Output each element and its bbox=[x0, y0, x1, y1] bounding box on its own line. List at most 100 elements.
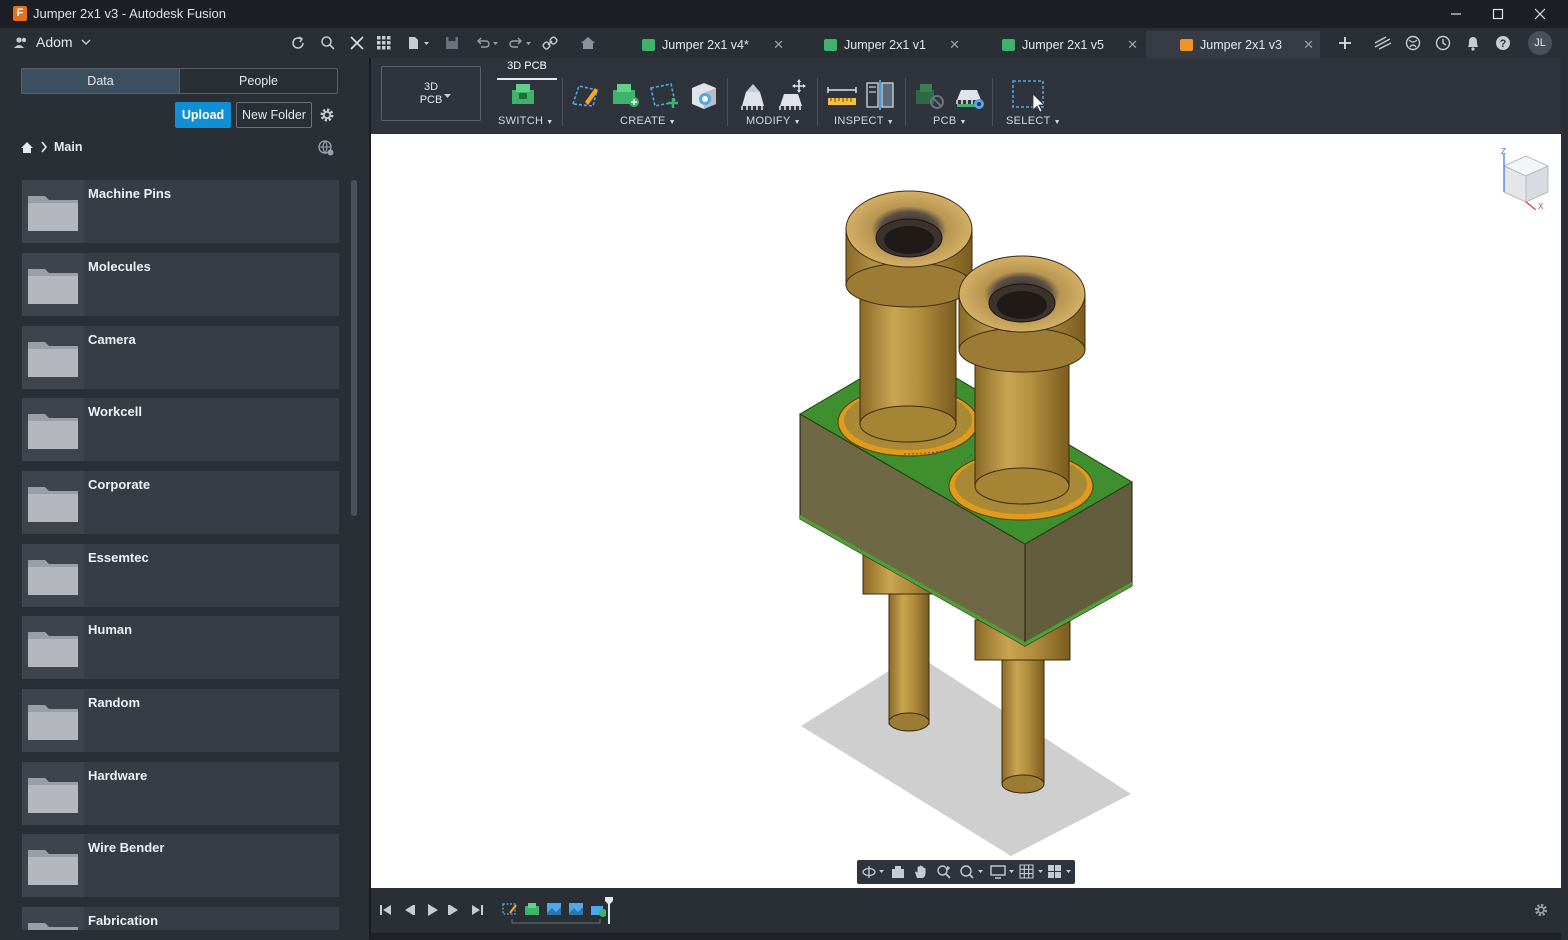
play-icon[interactable] bbox=[425, 903, 439, 917]
sketch-outline-icon[interactable] bbox=[569, 78, 603, 112]
tab-3d-pcb[interactable]: 3D PCB bbox=[497, 58, 557, 80]
folder-name: Human bbox=[88, 622, 133, 637]
fit-icon[interactable] bbox=[959, 864, 985, 880]
close-tab-icon[interactable]: ✕ bbox=[1127, 37, 1138, 53]
close-window-button[interactable] bbox=[1518, 0, 1562, 28]
timeline-image-feature-icon[interactable] bbox=[568, 901, 584, 917]
display-settings-icon[interactable] bbox=[990, 864, 1016, 880]
breadcrumb-current[interactable]: Main bbox=[54, 140, 82, 154]
minimize-button[interactable] bbox=[1434, 0, 1478, 28]
undo-button[interactable] bbox=[474, 33, 502, 53]
search-button[interactable] bbox=[318, 33, 338, 53]
team-selector[interactable]: Adom bbox=[14, 34, 91, 50]
tab-people[interactable]: People bbox=[180, 69, 337, 93]
home-tab-button[interactable] bbox=[578, 33, 598, 53]
timeline-image-feature-icon[interactable] bbox=[546, 901, 562, 917]
zoom-icon[interactable] bbox=[936, 864, 952, 880]
create-component-icon[interactable] bbox=[608, 78, 642, 112]
folder-name: Random bbox=[88, 695, 140, 710]
create-3d-body-icon[interactable] bbox=[686, 78, 720, 112]
pcb-link-icon[interactable] bbox=[912, 78, 946, 112]
switch-to-board-icon[interactable] bbox=[507, 78, 541, 112]
refresh-button[interactable] bbox=[288, 33, 308, 53]
group-switch-label[interactable]: SWITCH ▼ bbox=[498, 115, 553, 127]
folder-icon bbox=[28, 632, 78, 667]
file-menu-button[interactable] bbox=[406, 33, 432, 53]
folder-thumbnail bbox=[22, 544, 84, 607]
user-avatar[interactable]: JL bbox=[1528, 31, 1552, 55]
place-component-icon[interactable] bbox=[736, 78, 770, 112]
close-tab-icon[interactable]: ✕ bbox=[773, 37, 784, 53]
pan-hand-icon[interactable] bbox=[913, 864, 929, 880]
workspace-switcher[interactable]: 3D PCB bbox=[381, 66, 481, 121]
tab-label: Jumper 2x1 v3 bbox=[1200, 37, 1282, 52]
timeline-board-feature-icon[interactable] bbox=[524, 901, 540, 917]
folder-item[interactable]: Camera bbox=[22, 326, 339, 389]
project-web-link-button[interactable] bbox=[318, 140, 334, 156]
doc-tab-1[interactable]: Jumper 2x1 v4* ✕ bbox=[642, 31, 784, 58]
folder-item[interactable]: Workcell bbox=[22, 398, 339, 461]
folder-item[interactable]: Machine Pins bbox=[22, 180, 339, 243]
link-button[interactable] bbox=[540, 33, 560, 53]
notifications-button[interactable] bbox=[1463, 33, 1483, 53]
move-component-icon[interactable] bbox=[774, 78, 808, 112]
apps-grid-button[interactable] bbox=[374, 33, 394, 53]
folder-list-scrollbar[interactable] bbox=[351, 180, 357, 516]
create-outline-icon[interactable] bbox=[647, 78, 681, 112]
folder-item[interactable]: Essemtec bbox=[22, 544, 339, 607]
upload-button[interactable]: Upload bbox=[175, 102, 231, 128]
folder-item[interactable]: Random bbox=[22, 689, 339, 752]
timeline-settings-icon[interactable] bbox=[1533, 902, 1549, 918]
group-modify-label[interactable]: MODIFY ▼ bbox=[746, 115, 801, 127]
tab-data[interactable]: Data bbox=[22, 69, 180, 93]
pcb-settings-icon[interactable] bbox=[953, 78, 987, 112]
doc-tab-3[interactable]: Jumper 2x1 v5 ✕ bbox=[1002, 31, 1138, 58]
step-forward-icon[interactable] bbox=[447, 903, 461, 917]
close-tab-icon[interactable]: ✕ bbox=[949, 37, 960, 53]
tab-label: Jumper 2x1 v1 bbox=[844, 37, 926, 52]
look-at-icon[interactable] bbox=[890, 864, 906, 880]
3d-viewport[interactable]: Z X bbox=[371, 134, 1561, 888]
orbit-icon[interactable] bbox=[861, 864, 885, 880]
step-back-icon[interactable] bbox=[402, 903, 416, 917]
doc-tab-2[interactable]: Jumper 2x1 v1 ✕ bbox=[824, 31, 960, 58]
folder-item[interactable]: Fabrication bbox=[22, 907, 339, 930]
folder-item[interactable]: Corporate bbox=[22, 471, 339, 534]
project-settings-button[interactable] bbox=[318, 106, 336, 124]
measure-icon[interactable] bbox=[825, 78, 859, 112]
maximize-button[interactable] bbox=[1476, 0, 1520, 28]
save-button[interactable] bbox=[442, 33, 462, 53]
view-cube[interactable]: Z X bbox=[1496, 146, 1556, 210]
grid-settings-icon[interactable] bbox=[1019, 864, 1045, 880]
folder-item[interactable]: Hardware bbox=[22, 762, 339, 825]
go-to-start-icon[interactable] bbox=[379, 903, 393, 917]
timeline-sketch-feature-icon[interactable] bbox=[502, 901, 518, 917]
group-inspect-label[interactable]: INSPECT ▼ bbox=[834, 115, 894, 127]
extensions-button[interactable] bbox=[1373, 33, 1393, 53]
new-tab-button[interactable] bbox=[1335, 33, 1355, 53]
close-tab-icon[interactable]: ✕ bbox=[1303, 37, 1314, 53]
new-folder-button[interactable]: New Folder bbox=[236, 102, 312, 128]
home-icon[interactable] bbox=[20, 141, 34, 154]
workspace-label-line2: PCB bbox=[419, 94, 443, 106]
folder-item[interactable]: Wire Bender bbox=[22, 834, 339, 897]
dropdown-caret-icon: ▼ bbox=[668, 119, 676, 126]
go-to-end-icon[interactable] bbox=[470, 903, 484, 917]
help-button[interactable]: ? bbox=[1493, 33, 1513, 53]
section-analysis-icon[interactable] bbox=[863, 78, 897, 112]
timeline-marker[interactable] bbox=[604, 896, 614, 924]
window-select-icon[interactable] bbox=[1010, 78, 1044, 112]
redo-button[interactable] bbox=[507, 33, 535, 53]
job-status-button[interactable] bbox=[1433, 33, 1453, 53]
close-panel-button[interactable] bbox=[347, 33, 367, 53]
online-status-button[interactable] bbox=[1403, 33, 1423, 53]
group-pcb-label[interactable]: PCB ▼ bbox=[933, 115, 967, 127]
group-create-label[interactable]: CREATE ▼ bbox=[620, 115, 676, 127]
folder-item[interactable]: Human bbox=[22, 616, 339, 679]
folder-item[interactable]: Molecules bbox=[22, 253, 339, 316]
group-select-label[interactable]: SELECT ▼ bbox=[1006, 115, 1061, 127]
doc-tab-4-active[interactable]: Jumper 2x1 v3 ✕ bbox=[1146, 31, 1320, 58]
viewports-icon[interactable] bbox=[1047, 864, 1073, 880]
jumper-model[interactable] bbox=[371, 134, 1561, 888]
clock-icon bbox=[1435, 35, 1451, 51]
